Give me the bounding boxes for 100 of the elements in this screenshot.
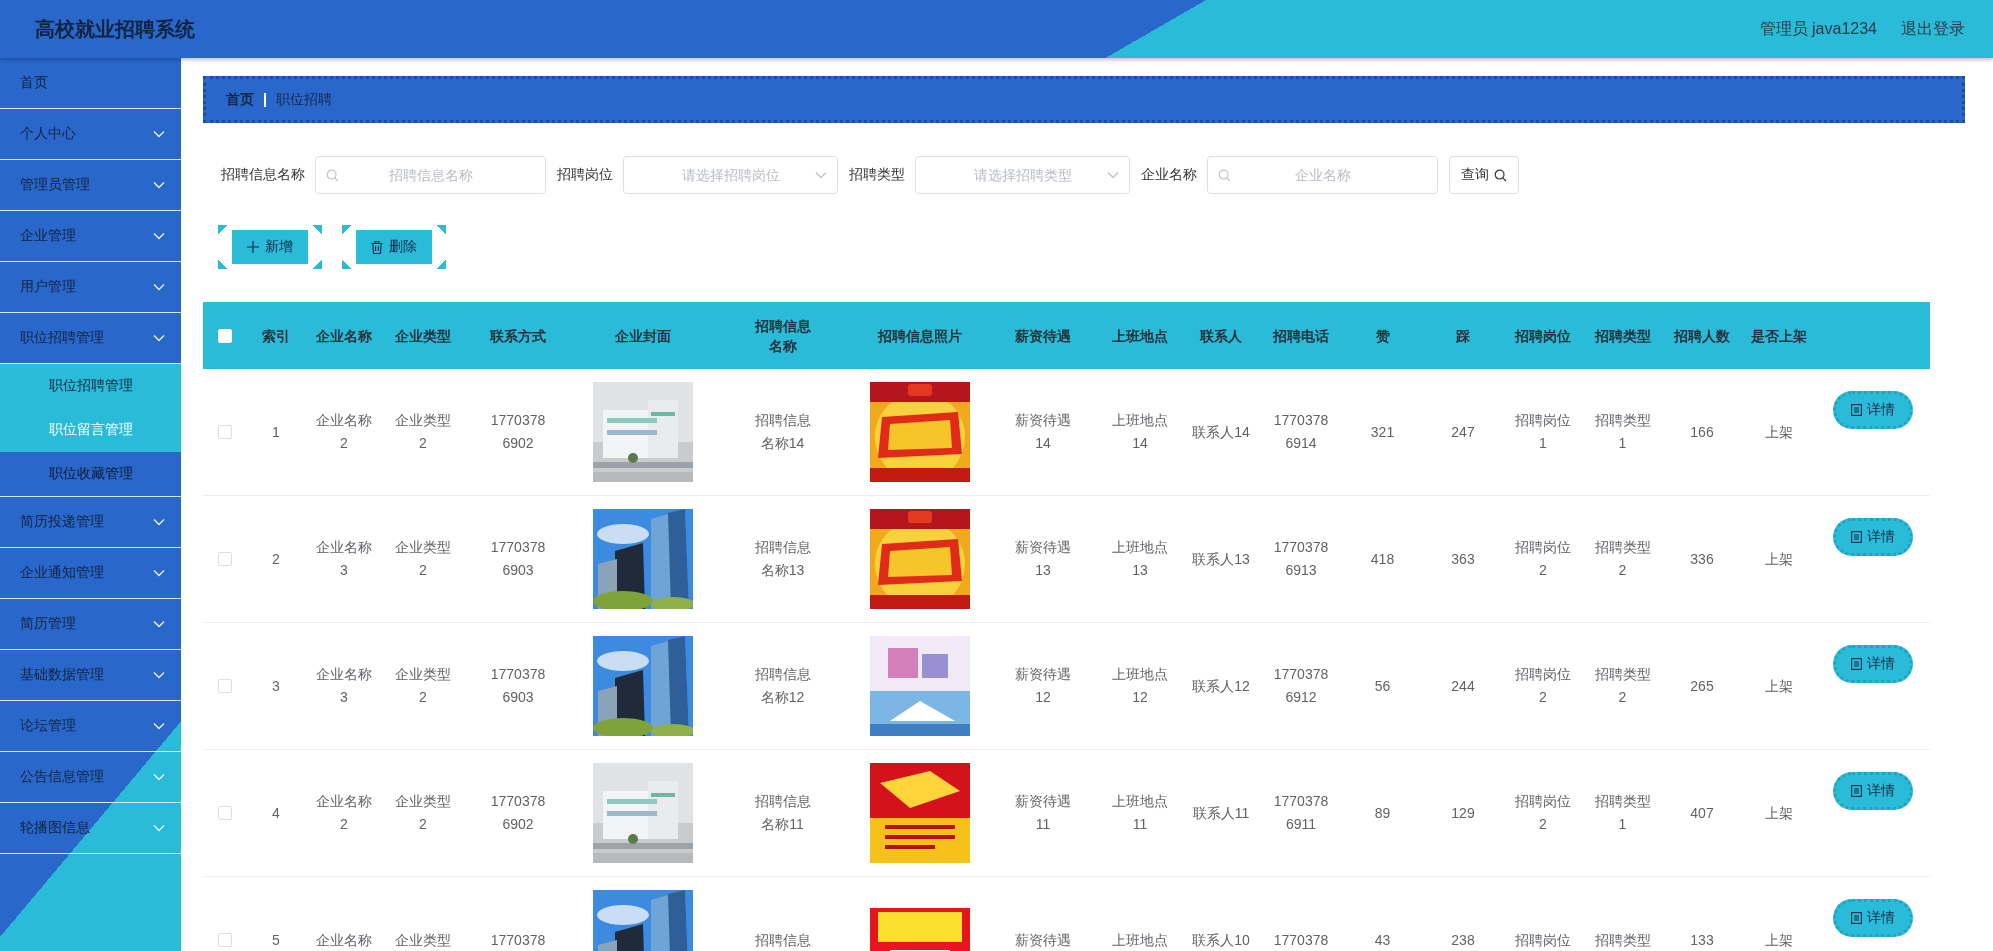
row-checkbox[interactable] (218, 933, 232, 947)
document-icon (1851, 404, 1862, 416)
filter-label: 招聘信息名称 (221, 166, 305, 184)
row-checkbox[interactable] (218, 679, 232, 693)
table-cell-text: 166 (1690, 422, 1714, 442)
row-checkbox[interactable] (218, 425, 232, 439)
table-cell-text: 321 (1370, 422, 1395, 442)
chevron-down-icon (153, 824, 165, 832)
table-cell-text: 56 (1374, 676, 1391, 696)
search-field[interactable]: 招聘信息名称 (315, 156, 546, 194)
submenu-item[interactable]: 职位留言管理 (0, 408, 181, 452)
chevron-down-icon (153, 232, 165, 240)
row-checkbox[interactable] (218, 806, 232, 820)
table-cell-text: 薪资待遇 12 (1015, 665, 1071, 707)
table-cell-text: 薪资待遇 14 (1015, 411, 1071, 453)
document-icon (1851, 912, 1862, 924)
column-header: 招聘电话 (1273, 326, 1329, 346)
column-header: 招聘信息名称 (753, 316, 812, 356)
table-cell-text: 5 (272, 930, 280, 950)
menu-item[interactable]: 轮播图信息 (0, 803, 181, 854)
table-cell-text: 407 (1690, 803, 1714, 823)
table-cell-text: 招聘岗位 2 (1515, 538, 1571, 580)
search-button[interactable]: 查询 (1449, 156, 1519, 194)
breadcrumb-item[interactable]: 首页 (226, 90, 254, 109)
delete-button[interactable]: 删除 (342, 225, 446, 269)
chevron-down-icon (1107, 171, 1119, 179)
table-cell-text: 企业类型 2 (395, 538, 451, 580)
table-cell-text: 244 (1451, 676, 1475, 696)
menu-item[interactable]: 基础数据管理 (0, 650, 181, 701)
table-cell-text: 企业名称 3 (316, 538, 372, 580)
column-header: 薪资待遇 (1015, 326, 1071, 346)
table-cell-text: 联系人10 (1192, 930, 1250, 950)
table-cell-text: 1 (272, 422, 280, 442)
submenu-item[interactable]: 职位招聘管理 (0, 364, 181, 408)
table-cell-text: 133 (1690, 930, 1714, 950)
table-cell-text: 4 (272, 803, 280, 823)
table-cell-text: 43 (1374, 930, 1391, 950)
table-cell-text: 上班地点 11 (1112, 792, 1168, 834)
search-field[interactable]: 企业名称 (1207, 156, 1438, 194)
select-field[interactable]: 请选择招聘岗位 (623, 156, 838, 194)
menu-item[interactable]: 企业通知管理 (0, 548, 181, 599)
table-cell-text: 上架 (1765, 676, 1793, 696)
column-header: 企业封面 (615, 326, 671, 346)
table-cell-text: 企业类型 2 (395, 411, 451, 453)
select-all-checkbox[interactable] (218, 328, 232, 343)
menu-item[interactable]: 个人中心 (0, 109, 181, 160)
menu-item[interactable]: 公告信息管理 (0, 752, 181, 803)
column-header: 企业类型 (395, 326, 451, 346)
table-cell-text: 上班地点 (1112, 930, 1168, 950)
table-cell-text: 上班地点 12 (1112, 665, 1168, 707)
table-cell-text: 129 (1451, 803, 1475, 823)
detail-button[interactable]: 详情 (1833, 772, 1913, 810)
table-cell-text: 1770378 6911 (1273, 792, 1329, 834)
plus-icon (247, 241, 259, 253)
chevron-down-icon (153, 130, 165, 138)
detail-button[interactable]: 详情 (1833, 645, 1913, 683)
menu-item[interactable]: 简历管理 (0, 599, 181, 650)
chevron-down-icon (153, 722, 165, 730)
chevron-down-icon (153, 620, 165, 628)
table-cell-text: 238 (1451, 930, 1475, 950)
table-cell-text: 企业类型 (395, 930, 451, 950)
table-cell-text: 招聘类型 1 (1594, 411, 1651, 453)
table-cell-text: 89 (1374, 803, 1391, 823)
table-cell-text: 3 (272, 676, 280, 696)
chevron-down-icon (153, 334, 165, 342)
table-cell-text: 招聘类型 2 (1594, 538, 1651, 580)
add-button[interactable]: 新增 (218, 225, 322, 269)
filter-label: 招聘类型 (849, 166, 905, 184)
column-header: 招聘信息照片 (878, 326, 962, 346)
detail-button[interactable]: 详情 (1833, 518, 1913, 556)
select-field[interactable]: 请选择招聘类型 (915, 156, 1130, 194)
column-header: 索引 (262, 326, 290, 346)
table-cell-text: 联系人13 (1192, 549, 1250, 569)
chevron-down-icon (153, 518, 165, 526)
table-cell-text: 招聘岗位 2 (1515, 792, 1571, 834)
app-title: 高校就业招聘系统 (35, 16, 196, 42)
table-cell-text: 招聘类型 1 (1594, 792, 1651, 834)
filter-label: 招聘岗位 (557, 166, 613, 184)
table-cell-text: 企业类型 2 (395, 665, 451, 707)
logout-link[interactable]: 退出登录 (1901, 18, 1965, 40)
row-checkbox[interactable] (218, 552, 232, 566)
table-cell-text: 247 (1451, 422, 1475, 442)
detail-button[interactable]: 详情 (1833, 899, 1913, 937)
table-cell-text: 联系人11 (1192, 803, 1250, 823)
table-cell-text: 招聘类型 2 (1594, 665, 1651, 707)
user-label: 管理员 java1234 (1759, 18, 1877, 39)
menu-item[interactable]: 简历投递管理 (0, 497, 181, 548)
menu-item[interactable]: 企业管理 (0, 211, 181, 262)
column-header: 联系人 (1200, 326, 1242, 346)
menu-item[interactable]: 管理员管理 (0, 160, 181, 211)
table-cell-text: 363 (1451, 549, 1475, 569)
menu-item[interactable]: 论坛管理 (0, 701, 181, 752)
menu-item[interactable]: 用户管理 (0, 262, 181, 313)
menu-item[interactable]: 首页 (0, 58, 181, 109)
column-header: 踩 (1456, 326, 1470, 346)
table-cell-text: 薪资待遇 (1015, 930, 1071, 950)
detail-button[interactable]: 详情 (1833, 391, 1913, 429)
filter-label: 企业名称 (1141, 166, 1197, 184)
search-icon (1218, 169, 1231, 182)
table-cell-text: 418 (1370, 549, 1395, 569)
